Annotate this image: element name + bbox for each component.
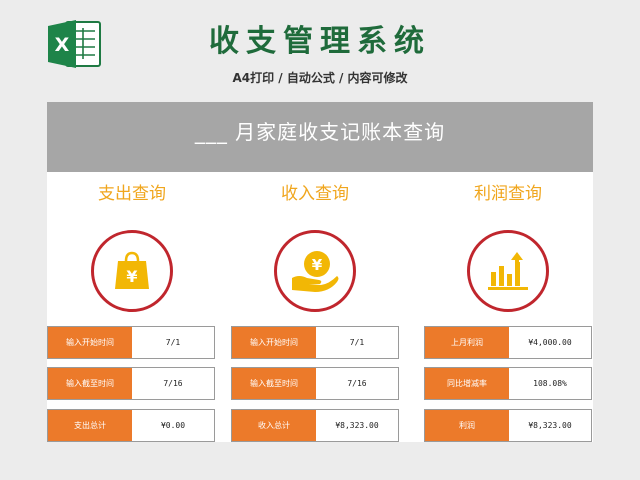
profit-panel: 利润查询 [423,180,593,312]
expense-start-label: 输入开始时间 [48,327,132,358]
svg-text:¥: ¥ [312,256,323,274]
yoy-change-row: 同比增减率 108.08% [424,367,592,400]
income-panel: 收入查询 ¥ [230,180,400,312]
svg-text:X: X [55,34,70,56]
expense-total-row: 支出总计 ¥0.00 [47,409,215,442]
expense-end-row: 输入截至时间 7/16 [47,367,215,400]
excel-icon: X [46,17,104,71]
profit-panel-title: 利润查询 [474,184,542,204]
expense-panel: 支出查询 ¥ [47,180,217,312]
income-end-row: 输入截至时间 7/16 [231,367,399,400]
last-month-profit-input[interactable]: ¥4,000.00 [509,327,591,358]
query-sheet: ___ 月家庭收支记账本查询 支出查询 ¥ 收入查询 ¥ 利润查询 输入开始时间… [47,102,593,442]
expense-end-input[interactable]: 7/16 [132,368,214,399]
shopping-bag-yuan-icon: ¥ [91,230,173,312]
profit-total-label: 利润 [425,410,509,441]
income-start-row: 输入开始时间 7/1 [231,326,399,359]
income-panel-title: 收入查询 [281,184,349,204]
page-title: 收支管理系统 [209,24,431,59]
income-start-label: 输入开始时间 [232,327,316,358]
last-month-profit-row: 上月利润 ¥4,000.00 [424,326,592,359]
banner-title: ___ 月家庭收支记账本查询 [47,102,593,172]
expense-panel-title: 支出查询 [98,184,166,204]
expense-end-label: 输入截至时间 [48,368,132,399]
expense-total-label: 支出总计 [48,410,132,441]
expense-start-input[interactable]: 7/1 [132,327,214,358]
expense-total-value: ¥0.00 [160,421,186,430]
income-total-row: 收入总计 ¥8,323.00 [231,409,399,442]
income-total-value: ¥8,323.00 [335,421,379,430]
yoy-change-value: 108.08% [533,379,567,388]
income-start-input[interactable]: 7/1 [316,327,398,358]
income-total-label: 收入总计 [232,410,316,441]
svg-text:¥: ¥ [126,267,137,286]
expense-start-row: 输入开始时间 7/1 [47,326,215,359]
bar-chart-growth-icon [467,230,549,312]
last-month-profit-label: 上月利润 [425,327,509,358]
income-end-label: 输入截至时间 [232,368,316,399]
profit-total-row: 利润 ¥8,323.00 [424,409,592,442]
page-subtitle: A4打印 / 自动公式 / 内容可修改 [232,71,408,85]
hand-coin-yuan-icon: ¥ [274,230,356,312]
income-end-input[interactable]: 7/16 [316,368,398,399]
yoy-change-label: 同比增减率 [425,368,509,399]
profit-total-value: ¥8,323.00 [528,421,572,430]
